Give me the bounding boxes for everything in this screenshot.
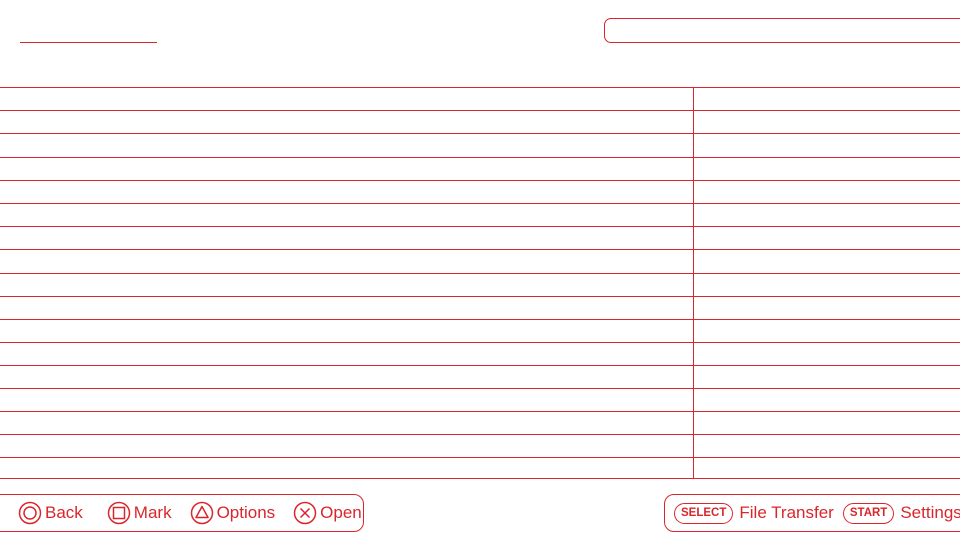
cross-button-icon [293, 501, 317, 525]
path-field[interactable] [604, 18, 960, 43]
table-row[interactable] [0, 133, 960, 134]
table-row[interactable] [0, 434, 960, 435]
settings-button[interactable]: START Settings [842, 502, 960, 524]
title-underline [20, 42, 157, 43]
mark-label: Mark [133, 503, 172, 522]
table-row[interactable] [0, 296, 960, 297]
table-row[interactable] [0, 226, 960, 227]
table-row[interactable] [0, 157, 960, 158]
column-divider [693, 87, 694, 479]
table-row[interactable] [0, 180, 960, 181]
open-label: Open [320, 503, 362, 522]
options-button[interactable]: Options [190, 501, 276, 525]
button-hints-right: SELECT File Transfer START Settings [664, 494, 960, 532]
button-hints-left: Back Mark Options Open [0, 494, 364, 532]
settings-label: Settings [900, 503, 960, 522]
table-row[interactable] [0, 273, 960, 274]
triangle-button-icon [190, 501, 214, 525]
back-button[interactable]: Back [18, 501, 83, 525]
table-row[interactable] [0, 365, 960, 366]
options-label: Options [216, 503, 276, 522]
table-row[interactable] [0, 249, 960, 250]
table-row[interactable] [0, 457, 960, 458]
table-row[interactable] [0, 411, 960, 412]
table-row[interactable] [0, 478, 960, 479]
table-row[interactable] [0, 319, 960, 320]
table-row[interactable] [0, 110, 960, 111]
table-row[interactable] [0, 203, 960, 204]
file-table [0, 87, 960, 479]
table-row[interactable] [0, 87, 960, 88]
file-transfer-button[interactable]: SELECT File Transfer [674, 502, 834, 524]
select-key-icon: SELECT [674, 502, 734, 524]
start-key-icon: START [842, 502, 895, 524]
open-button[interactable]: Open [293, 501, 362, 525]
table-row[interactable] [0, 388, 960, 389]
file-transfer-label: File Transfer [739, 503, 834, 522]
circle-button-icon [18, 501, 42, 525]
mark-button[interactable]: Mark [107, 501, 172, 525]
square-button-icon [107, 501, 131, 525]
table-row[interactable] [0, 342, 960, 343]
back-label: Back [45, 503, 83, 522]
